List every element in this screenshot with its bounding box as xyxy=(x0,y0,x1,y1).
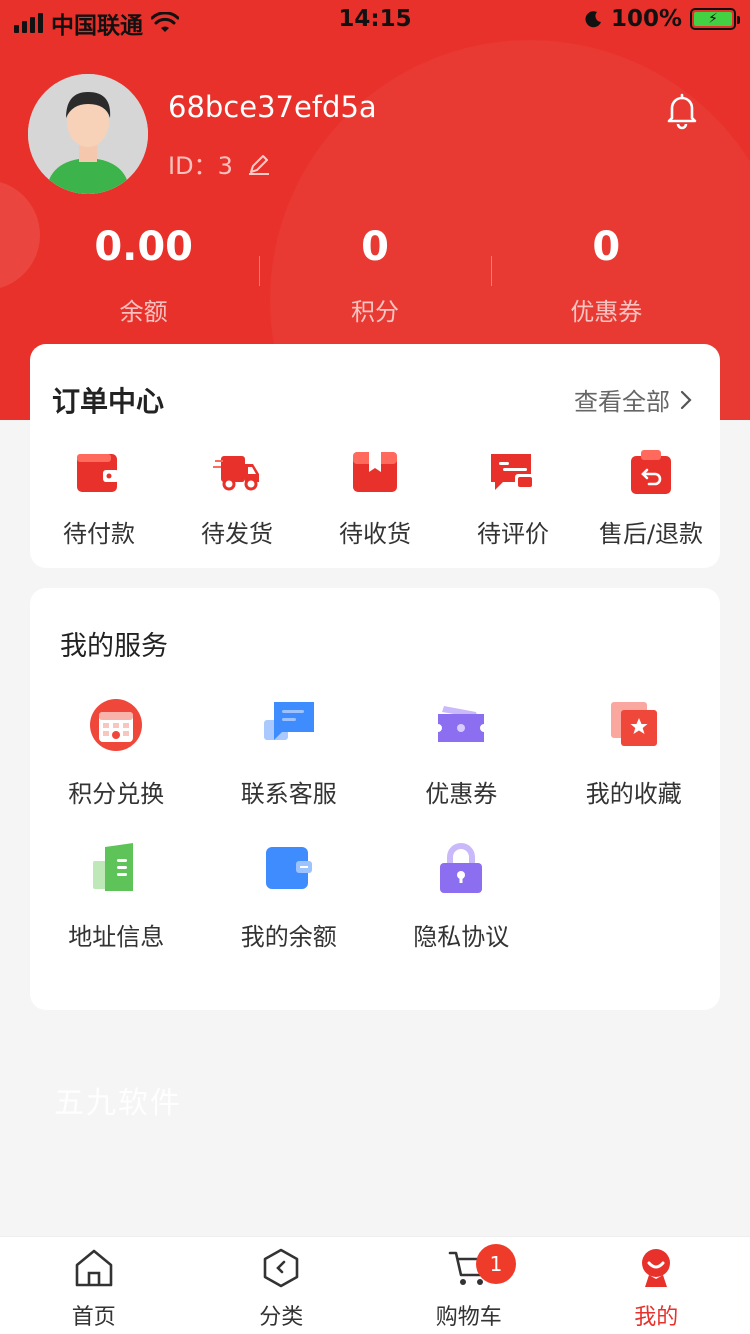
watermark-text: 五九软件 xyxy=(54,1086,182,1121)
clock: 14:15 xyxy=(338,6,412,32)
avatar[interactable] xyxy=(28,74,148,194)
service-label: 积分兑换 xyxy=(68,780,165,808)
view-all-label: 查看全部 xyxy=(574,388,670,416)
service-label: 联系客服 xyxy=(240,780,337,808)
service-label: 隐私协议 xyxy=(413,923,510,951)
moon-icon xyxy=(585,11,601,28)
chevron-right-icon xyxy=(680,390,692,409)
stat-value: 0 xyxy=(361,224,389,270)
order-item-label: 待发货 xyxy=(201,520,273,548)
service-label: 我的余额 xyxy=(240,923,337,951)
order-pending-review[interactable]: 待评价 xyxy=(444,448,582,549)
home-icon xyxy=(75,1249,113,1287)
order-center-card: 订单中心 查看全部 待付款 待发货 待收货 待评价 售后/退款 xyxy=(30,344,720,568)
service-customer-support[interactable]: 联系客服 xyxy=(203,698,376,809)
stat-value: 0 xyxy=(592,224,621,270)
stat-coupons[interactable]: 0 优惠券 xyxy=(490,222,722,332)
service-address[interactable]: 地址信息 xyxy=(30,841,203,952)
battery-percent: 100% xyxy=(610,6,682,32)
tab-home[interactable]: 首页 xyxy=(0,1237,188,1334)
stat-label: 积分 xyxy=(350,298,399,326)
bottom-tab-bar: 首页 分类 购物车 我的 xyxy=(0,1236,750,1334)
profile-icon xyxy=(642,1249,671,1287)
service-label: 地址信息 xyxy=(68,923,165,951)
my-services-card: 我的服务 积分兑换 联系客服 优惠券 我的收藏 地址信息 我的余额 隐私协议 xyxy=(30,588,720,1010)
service-label: 我的收藏 xyxy=(585,780,682,808)
coupon-icon xyxy=(438,706,485,742)
cart-badge: 1 xyxy=(476,1244,516,1284)
account-stats: 0.00 余额 0 积分 0 优惠券 xyxy=(28,222,722,332)
user-id-value: 3 xyxy=(217,152,233,180)
chat-icon xyxy=(263,702,314,740)
bell-icon[interactable] xyxy=(662,90,702,130)
tab-cart[interactable]: 购物车 xyxy=(375,1237,563,1334)
stat-value: 0.00 xyxy=(94,224,194,270)
order-pending-receipt[interactable]: 待收货 xyxy=(306,448,444,549)
order-pending-shipment[interactable]: 待发货 xyxy=(168,448,306,549)
service-balance[interactable]: 我的余额 xyxy=(203,841,376,952)
user-id: ID：3 xyxy=(168,146,271,181)
comment-icon xyxy=(491,454,535,490)
stat-label: 优惠券 xyxy=(570,298,643,326)
calendar-icon xyxy=(90,699,143,751)
service-points-exchange[interactable]: 积分兑换 xyxy=(30,698,203,809)
service-label: 优惠券 xyxy=(425,780,498,808)
refund-icon xyxy=(631,450,671,494)
username: 68bce37efd5a xyxy=(168,90,377,124)
edit-icon[interactable] xyxy=(247,152,271,176)
favorite-icon xyxy=(610,702,657,746)
user-id-label: ID： xyxy=(168,152,218,180)
truck-icon xyxy=(213,456,259,491)
order-pending-payment[interactable]: 待付款 xyxy=(30,448,168,549)
tab-category[interactable]: 分类 xyxy=(188,1237,376,1334)
box-icon xyxy=(353,452,397,492)
lock-icon xyxy=(440,843,483,893)
stat-balance[interactable]: 0.00 余额 xyxy=(28,222,259,332)
tab-label: 分类 xyxy=(259,1305,304,1330)
order-item-label: 售后/退款 xyxy=(598,520,704,548)
stat-label: 余额 xyxy=(119,298,168,326)
avatar-image xyxy=(28,74,148,194)
wallet-icon xyxy=(77,454,119,492)
battery-icon: ⚡ xyxy=(690,8,740,30)
tab-profile[interactable]: 我的 xyxy=(563,1237,750,1334)
service-privacy-policy[interactable]: 隐私协议 xyxy=(375,841,548,952)
wallet-icon xyxy=(265,847,312,889)
tab-label: 购物车 xyxy=(435,1305,502,1330)
order-center-title: 订单中心 xyxy=(52,385,165,418)
tab-label: 我的 xyxy=(634,1305,679,1330)
status-bar: 中国联通 14:15 100% ⚡ xyxy=(0,0,750,40)
stat-points[interactable]: 0 积分 xyxy=(259,222,490,332)
service-coupons[interactable]: 优惠券 xyxy=(375,698,548,809)
service-favorites[interactable]: 我的收藏 xyxy=(548,698,721,809)
view-all-orders-link[interactable]: 查看全部 xyxy=(574,382,694,417)
services-title: 我的服务 xyxy=(60,631,168,662)
order-after-sales[interactable]: 售后/退款 xyxy=(582,448,720,549)
tab-label: 首页 xyxy=(71,1305,116,1330)
order-item-label: 待评价 xyxy=(477,520,549,548)
order-item-label: 待收货 xyxy=(339,520,411,548)
order-item-label: 待付款 xyxy=(63,520,135,548)
category-icon xyxy=(263,1248,299,1288)
address-book-icon xyxy=(93,843,134,891)
